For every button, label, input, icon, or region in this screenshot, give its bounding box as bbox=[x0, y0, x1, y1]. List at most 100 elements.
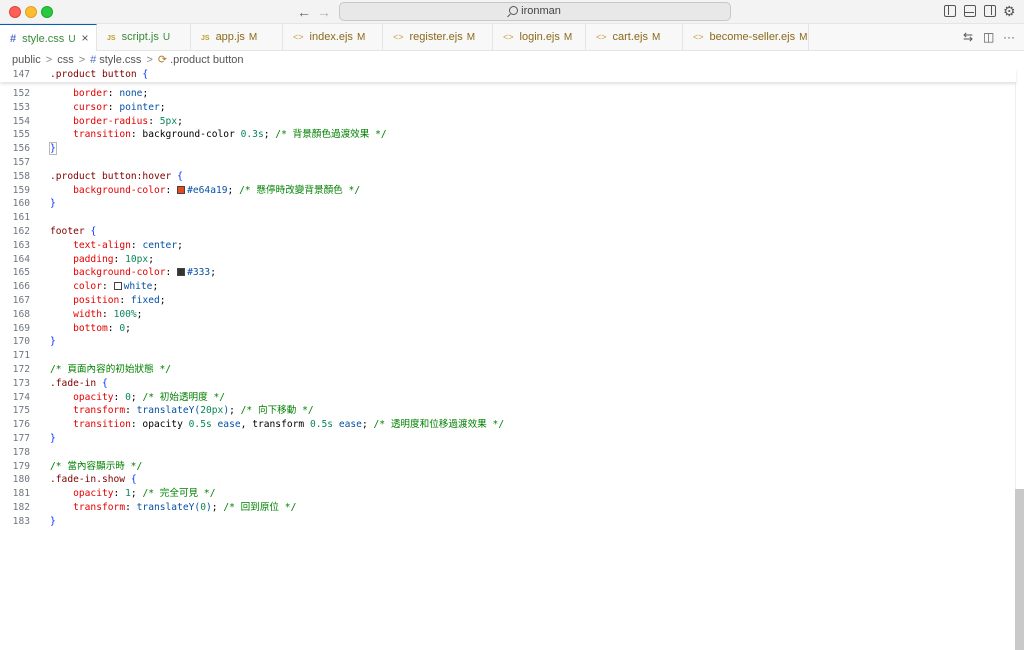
close-tab-icon[interactable]: × bbox=[82, 31, 89, 45]
code-line[interactable]: 173 .fade-in { bbox=[0, 377, 1016, 391]
gear-icon[interactable]: ⚙ bbox=[1003, 3, 1016, 19]
toggle-secondary-sidebar-icon[interactable] bbox=[984, 5, 996, 17]
sticky-scroll-header[interactable]: 147 .product button { bbox=[0, 68, 1016, 82]
code-line[interactable]: 169 bottom: 0; bbox=[0, 322, 1016, 336]
code-text[interactable]: padding: 10px; bbox=[50, 253, 154, 267]
code-text[interactable]: } bbox=[49, 142, 57, 156]
back-arrow-icon[interactable]: ← bbox=[297, 3, 311, 21]
code-line[interactable]: 161 bbox=[0, 211, 1016, 225]
code-line[interactable]: 168 width: 100%; bbox=[0, 308, 1016, 322]
tab-app-js[interactable]: JS app.js M bbox=[191, 24, 283, 51]
code-text[interactable]: .fade-in { bbox=[50, 377, 108, 391]
code-text[interactable]: .product button:hover { bbox=[50, 170, 183, 184]
code-text[interactable]: background-color: #e64a19; /* 懸停時改變背景顏色 … bbox=[50, 184, 360, 198]
code-line[interactable]: 177} bbox=[0, 432, 1016, 446]
forward-arrow-icon[interactable]: → bbox=[317, 3, 331, 21]
breadcrumb-item-css[interactable]: css bbox=[57, 54, 74, 66]
code-line[interactable]: 153 cursor: pointer; bbox=[0, 101, 1016, 115]
code-text[interactable]: position: fixed; bbox=[50, 294, 165, 308]
code-text[interactable]: .fade-in.show { bbox=[50, 473, 137, 487]
code-line[interactable]: 164 padding: 10px; bbox=[0, 253, 1016, 267]
tab-script-js[interactable]: JS script.js U bbox=[97, 24, 191, 51]
code-line[interactable]: 174 opacity: 0; /* 初始透明度 */ bbox=[0, 391, 1016, 405]
code-line[interactable]: 147 .product button { bbox=[0, 68, 1016, 82]
code-text[interactable]: background-color: #333; bbox=[50, 266, 216, 280]
toggle-sidebar-icon[interactable] bbox=[944, 5, 956, 17]
more-actions-icon[interactable]: ··· bbox=[1003, 30, 1015, 44]
code-text[interactable]: } bbox=[50, 335, 56, 349]
code-line[interactable]: 158 .product button:hover { bbox=[0, 170, 1016, 184]
code-text[interactable]: opacity: 1; /* 完全可見 */ bbox=[50, 487, 215, 501]
code-token: transition bbox=[73, 419, 131, 431]
scrollbar-thumb[interactable] bbox=[1015, 489, 1024, 650]
code-text[interactable]: /* 頁面內容的初始狀態 */ bbox=[50, 363, 171, 377]
code-line[interactable]: 156} bbox=[0, 142, 1016, 156]
code-line[interactable]: 159 background-color: #e64a19; /* 懸停時改變背… bbox=[0, 184, 1016, 198]
tab-become-seller-ejs[interactable]: <> become-seller.ejs M bbox=[683, 24, 809, 51]
compare-changes-icon[interactable]: ⇆ bbox=[963, 30, 973, 44]
code-text[interactable]: } bbox=[50, 432, 56, 446]
code-text[interactable]: .product button { bbox=[50, 68, 148, 82]
window-minimize-button[interactable] bbox=[25, 6, 37, 18]
code-text[interactable]: /* 當內容顯示時 */ bbox=[50, 460, 142, 474]
code-token: .product button bbox=[50, 69, 137, 80]
code-token: ; bbox=[148, 253, 154, 265]
code-line[interactable]: 152 border: none; bbox=[0, 87, 1016, 101]
tab-index-ejs[interactable]: <> index.ejs M bbox=[283, 24, 383, 51]
breadcrumb-item-file[interactable]: style.css bbox=[99, 54, 141, 66]
code-token: : bbox=[130, 239, 143, 251]
split-editor-icon[interactable]: ◫ bbox=[983, 30, 994, 44]
code-line[interactable]: 175 transform: translateY(20px); /* 向下移動… bbox=[0, 404, 1016, 418]
git-status-badge: M bbox=[248, 32, 258, 43]
tab-style-css[interactable]: # style.css U × bbox=[0, 24, 97, 52]
code-text[interactable]: bottom: 0; bbox=[50, 322, 131, 336]
code-text[interactable]: } bbox=[50, 197, 56, 211]
code-text[interactable]: cursor: pointer; bbox=[50, 101, 165, 115]
code-text[interactable]: } bbox=[50, 515, 56, 529]
breadcrumb-item-public[interactable]: public bbox=[12, 54, 41, 66]
code-line[interactable]: 181 opacity: 1; /* 完全可見 */ bbox=[0, 487, 1016, 501]
code-line[interactable]: 182 transform: translateY(0); /* 回到原位 */ bbox=[0, 501, 1016, 515]
code-line[interactable]: 155 transition: background-color 0.3s; /… bbox=[0, 128, 1016, 142]
code-line[interactable]: 162 footer { bbox=[0, 225, 1016, 239]
code-line[interactable]: 160} bbox=[0, 197, 1016, 211]
code-line[interactable]: 167 position: fixed; bbox=[0, 294, 1016, 308]
tab-cart-ejs[interactable]: <> cart.ejs M bbox=[586, 24, 683, 51]
code-text[interactable]: transform: translateY(0); /* 回到原位 */ bbox=[50, 501, 296, 515]
command-center-search[interactable]: ironman bbox=[339, 2, 731, 21]
code-text[interactable]: opacity: 0; /* 初始透明度 */ bbox=[50, 391, 225, 405]
tab-login-ejs[interactable]: <> login.ejs M bbox=[493, 24, 586, 51]
code-text[interactable]: transform: translateY(20px); /* 向下移動 */ bbox=[50, 404, 314, 418]
code-text[interactable]: text-align: center; bbox=[50, 239, 183, 253]
code-line[interactable]: 154 border-radius: 5px; bbox=[0, 115, 1016, 129]
toggle-panel-icon[interactable] bbox=[964, 5, 976, 17]
color-swatch[interactable] bbox=[177, 268, 186, 277]
code-line[interactable]: 170} bbox=[0, 335, 1016, 349]
tab-register-ejs[interactable]: <> register.ejs M bbox=[383, 24, 493, 51]
code-line[interactable]: 165 background-color: #333; bbox=[0, 266, 1016, 280]
code-text[interactable]: transition: opacity 0.5s ease, transform… bbox=[50, 418, 504, 432]
code-line[interactable]: 166 color: white; bbox=[0, 280, 1016, 294]
code-line[interactable]: 179 /* 當內容顯示時 */ bbox=[0, 460, 1016, 474]
code-line[interactable]: 180 .fade-in.show { bbox=[0, 473, 1016, 487]
code-text[interactable]: footer { bbox=[50, 225, 96, 239]
code-line[interactable]: 178 bbox=[0, 446, 1016, 460]
code-line[interactable]: 172 /* 頁面內容的初始狀態 */ bbox=[0, 363, 1016, 377]
code-text[interactable]: border: none; bbox=[50, 87, 148, 101]
code-text[interactable]: color: white; bbox=[50, 280, 158, 294]
code-line[interactable]: 157 bbox=[0, 156, 1016, 170]
window-close-button[interactable] bbox=[9, 6, 21, 18]
code-line[interactable]: 183} bbox=[0, 515, 1016, 529]
color-swatch[interactable] bbox=[177, 185, 186, 194]
code-line[interactable]: 171 bbox=[0, 349, 1016, 363]
breadcrumb-item-symbol[interactable]: .product button bbox=[170, 54, 243, 66]
code-editor[interactable]: 147 .product button { 152 border: none; 15… bbox=[0, 68, 1016, 650]
code-line[interactable]: 163 text-align: center; bbox=[0, 239, 1016, 253]
code-token: 10px bbox=[125, 253, 149, 265]
color-swatch[interactable] bbox=[113, 282, 122, 291]
code-text[interactable]: width: 100%; bbox=[50, 308, 142, 322]
code-text[interactable]: border-radius: 5px; bbox=[50, 115, 183, 129]
code-text[interactable]: transition: background-color 0.3s; /* 背景… bbox=[50, 128, 387, 142]
code-line[interactable]: 176 transition: opacity 0.5s ease, trans… bbox=[0, 418, 1016, 432]
window-maximize-button[interactable] bbox=[41, 6, 53, 18]
